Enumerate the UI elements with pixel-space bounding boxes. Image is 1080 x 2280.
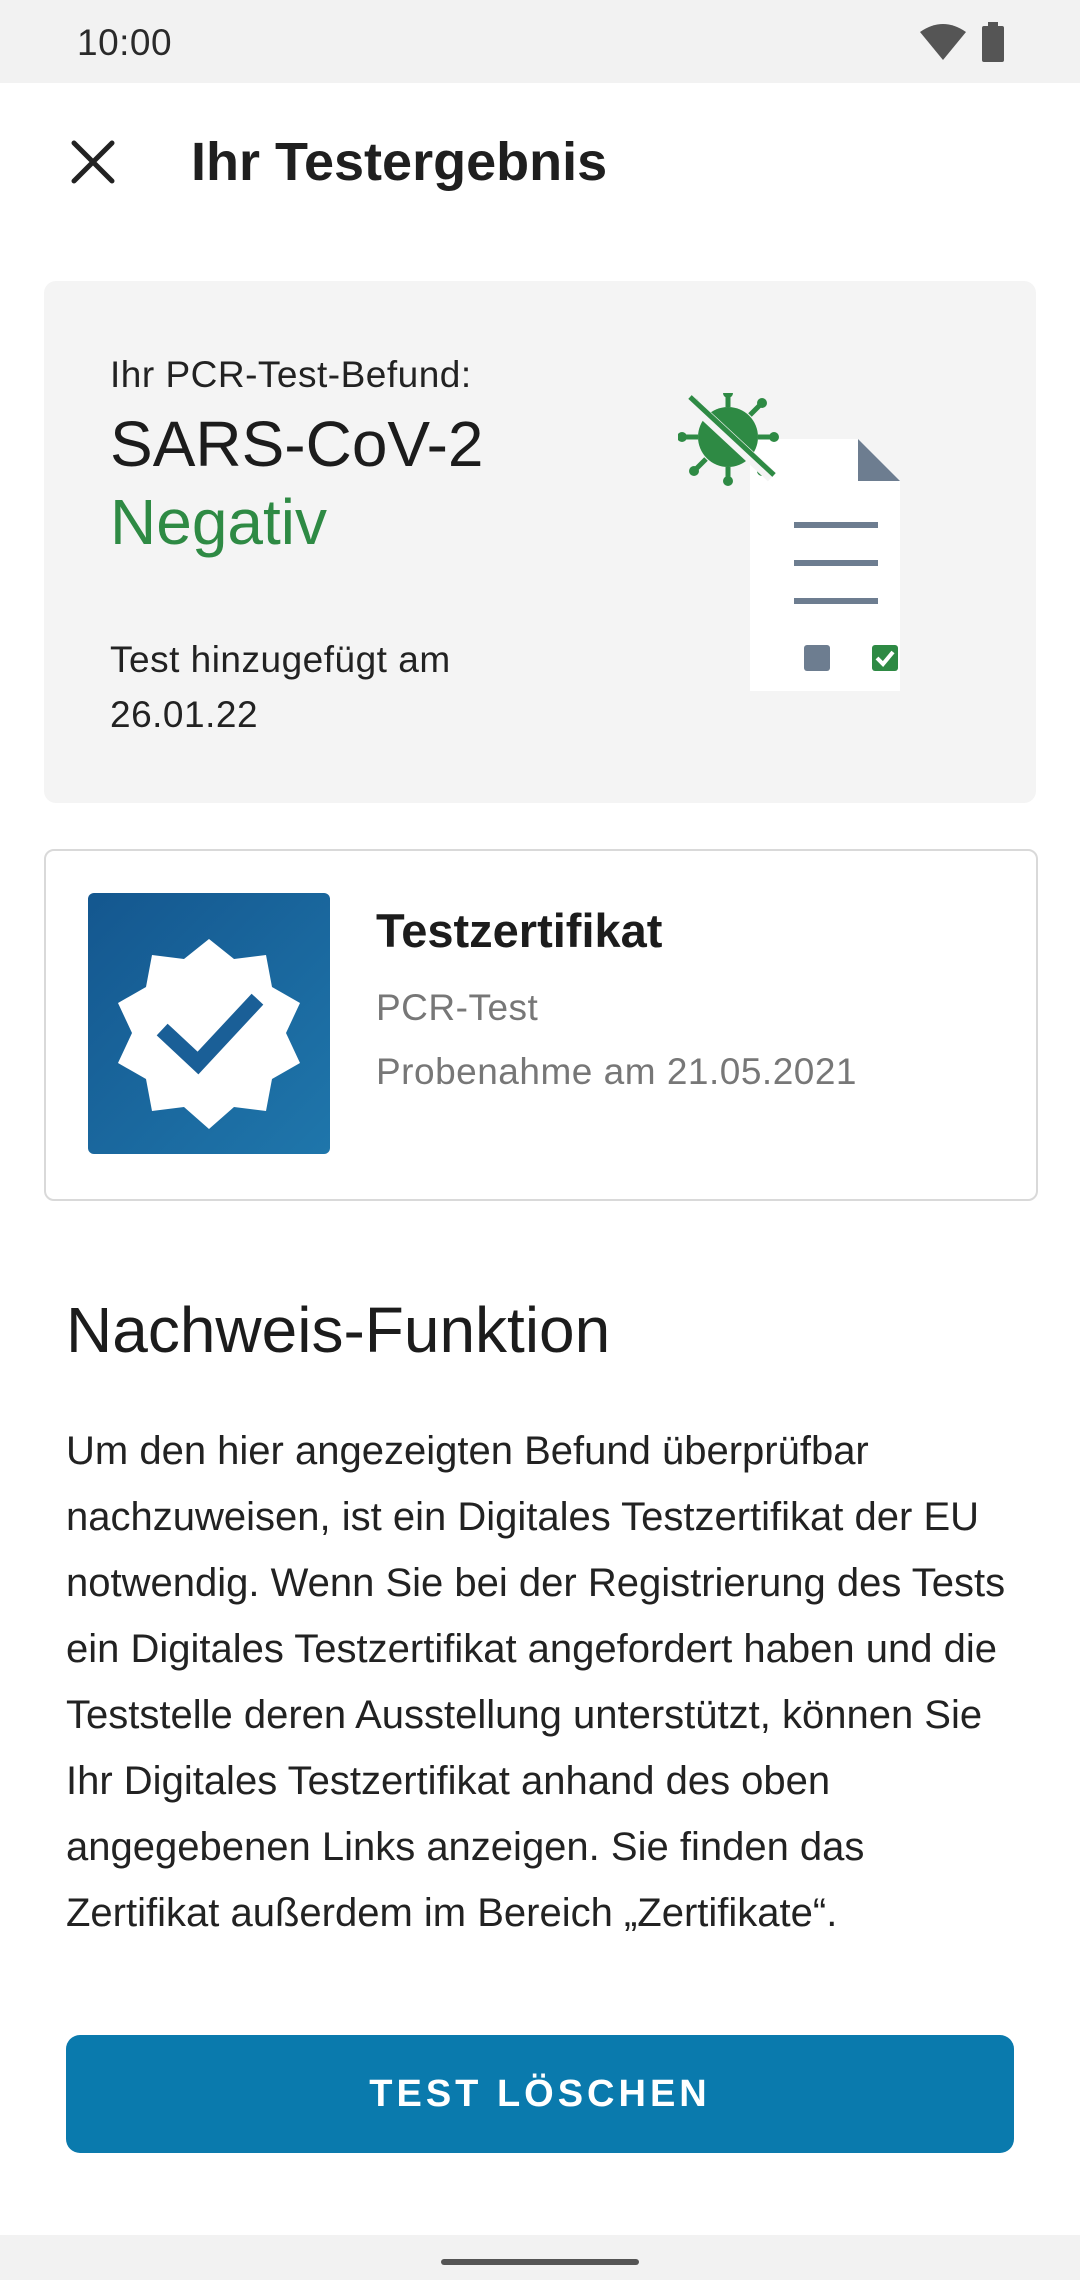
test-result-card: Ihr PCR-Test-Befund: SARS-CoV-2 Negativ … xyxy=(44,281,1036,803)
navigation-bar xyxy=(0,2235,1080,2280)
app-bar: Ihr Testergebnis xyxy=(0,83,1080,243)
delete-test-button[interactable]: TEST LÖSCHEN xyxy=(66,2035,1014,2153)
home-gesture-handle[interactable] xyxy=(441,2259,639,2265)
certificate-test-type: PCR-Test xyxy=(376,987,539,1028)
section-body-scroll[interactable]: Um den hier angezeigten Befund überprüfb… xyxy=(66,1418,1026,1968)
result-status: Negativ xyxy=(110,486,327,558)
certificate-badge-icon xyxy=(88,893,330,1154)
status-time: 10:00 xyxy=(77,22,173,63)
certificate-card[interactable]: Testzertifikat PCR-Test Probenahme am 21… xyxy=(44,849,1038,1201)
virus-name: SARS-CoV-2 xyxy=(110,408,484,480)
close-icon[interactable] xyxy=(58,127,128,197)
page-title: Ihr Testergebnis xyxy=(191,132,608,192)
section-body: Um den hier angezeigten Befund überprüfb… xyxy=(66,1429,1006,1935)
bottom-action-area: TEST LÖSCHEN xyxy=(0,1975,1080,2235)
certificate-sample-date: Probenahme am 21.05.2021 xyxy=(376,1051,858,1092)
document-icon xyxy=(678,393,900,691)
section-title: Nachweis-Funktion xyxy=(66,1294,611,1366)
status-bar: 10:00 xyxy=(0,0,1080,83)
result-label: Ihr PCR-Test-Befund: xyxy=(110,354,472,395)
wifi-icon xyxy=(920,24,966,60)
certificate-title: Testzertifikat xyxy=(376,904,663,957)
test-added-date: Test hinzugefügt am 26.01.22 xyxy=(110,639,451,735)
virus-icon xyxy=(678,393,779,486)
battery-icon xyxy=(982,22,1004,62)
